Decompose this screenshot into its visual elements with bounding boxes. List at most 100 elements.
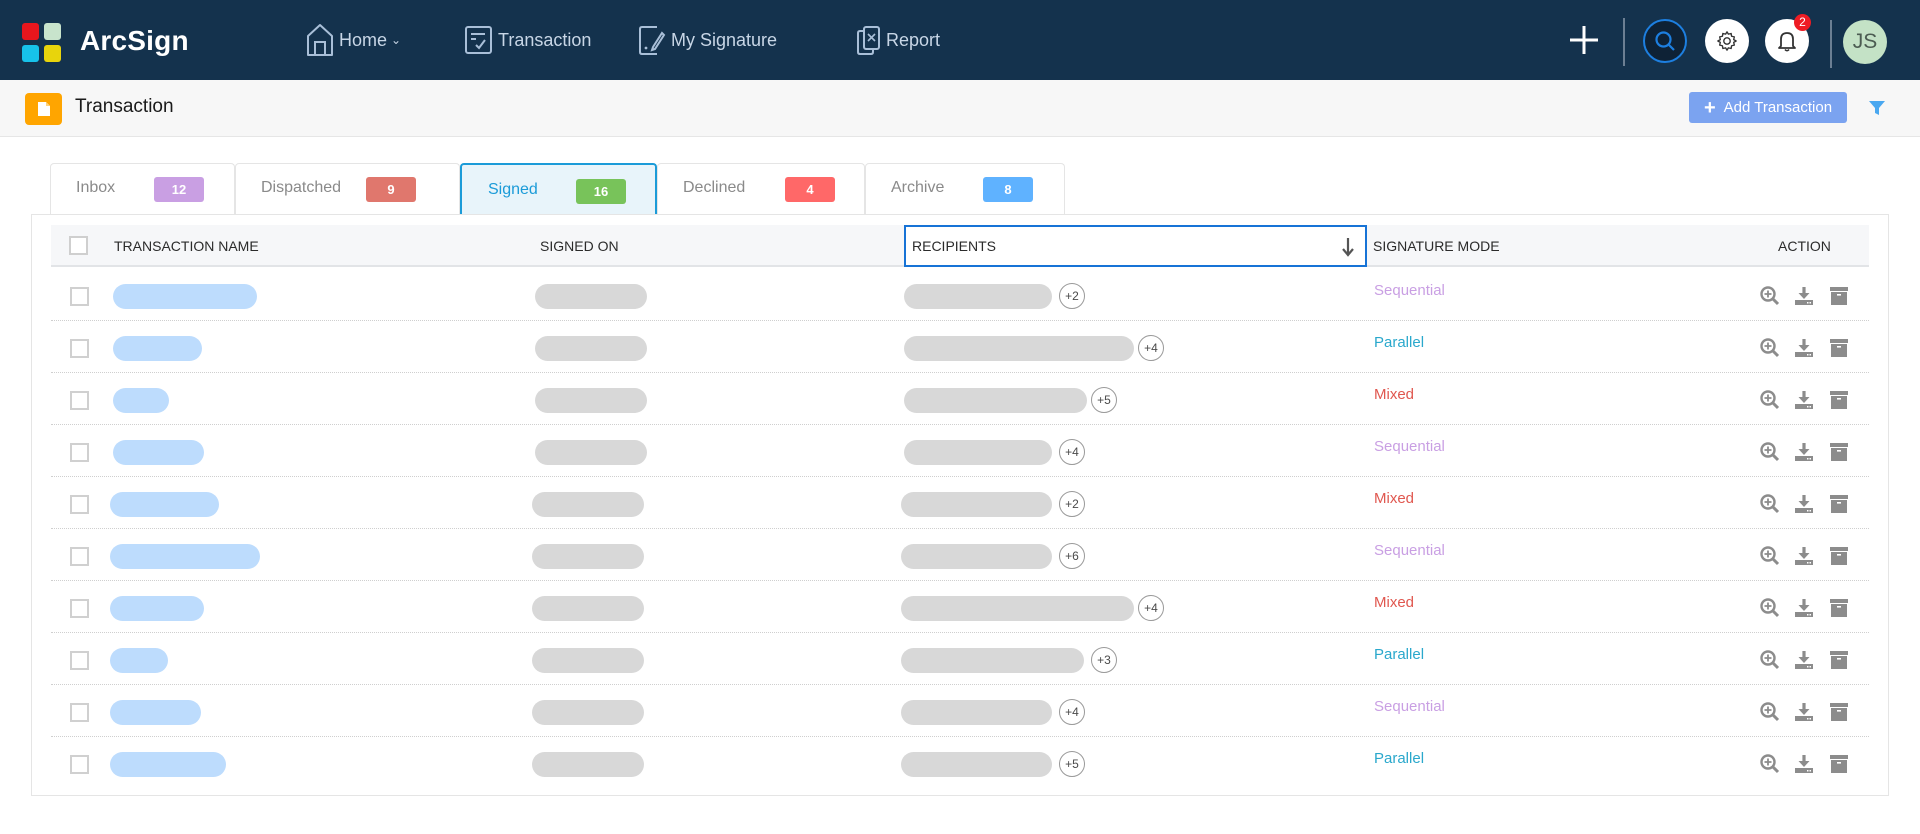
view-zoom-icon[interactable] bbox=[1759, 285, 1781, 307]
column-recipients-label: RECIPIENTS bbox=[912, 238, 997, 254]
signature-mode: Parallel bbox=[1374, 750, 1425, 767]
download-icon[interactable] bbox=[1793, 701, 1815, 723]
gear-icon bbox=[1717, 31, 1737, 51]
arcsign-logo-icon[interactable] bbox=[22, 23, 62, 63]
download-icon[interactable] bbox=[1793, 389, 1815, 411]
select-all-checkbox[interactable] bbox=[69, 236, 88, 255]
view-zoom-icon[interactable] bbox=[1759, 493, 1781, 515]
transactions-table: TRANSACTION NAME SIGNED ON RECIPIENTS SI… bbox=[31, 214, 1889, 796]
row-checkbox[interactable] bbox=[70, 599, 89, 618]
row-checkbox[interactable] bbox=[70, 287, 89, 306]
transaction-name-redacted[interactable] bbox=[113, 284, 257, 309]
download-icon[interactable] bbox=[1793, 597, 1815, 619]
archive-box-icon[interactable] bbox=[1828, 389, 1850, 411]
row-checkbox[interactable] bbox=[70, 651, 89, 670]
row-checkbox[interactable] bbox=[70, 391, 89, 410]
checklist-icon bbox=[465, 26, 492, 54]
transaction-name-redacted[interactable] bbox=[110, 492, 219, 517]
column-signed-on[interactable]: SIGNED ON bbox=[540, 238, 619, 254]
transaction-name-redacted[interactable] bbox=[110, 752, 226, 777]
table-row: +2 Mixed bbox=[51, 477, 1869, 529]
toolbar-divider bbox=[1623, 18, 1625, 66]
recipients-redacted bbox=[901, 492, 1052, 517]
download-icon[interactable] bbox=[1793, 753, 1815, 775]
view-zoom-icon[interactable] bbox=[1759, 649, 1781, 671]
download-icon[interactable] bbox=[1793, 545, 1815, 567]
signature-mode: Sequential bbox=[1374, 438, 1445, 455]
filter-icon[interactable] bbox=[1868, 99, 1886, 117]
row-checkbox[interactable] bbox=[70, 755, 89, 774]
signed-on-redacted bbox=[532, 596, 644, 621]
transaction-name-redacted[interactable] bbox=[110, 700, 201, 725]
archive-box-icon[interactable] bbox=[1828, 545, 1850, 567]
signature-mode: Sequential bbox=[1374, 282, 1445, 299]
view-zoom-icon[interactable] bbox=[1759, 753, 1781, 775]
signed-on-redacted bbox=[532, 752, 644, 777]
nav-report[interactable]: Report bbox=[856, 20, 940, 60]
view-zoom-icon[interactable] bbox=[1759, 441, 1781, 463]
more-recipients-badge[interactable]: +4 bbox=[1059, 699, 1085, 725]
archive-box-icon[interactable] bbox=[1828, 493, 1850, 515]
tab-count-badge: 9 bbox=[366, 177, 416, 202]
more-recipients-badge[interactable]: +4 bbox=[1138, 335, 1164, 361]
row-checkbox[interactable] bbox=[70, 443, 89, 462]
download-icon[interactable] bbox=[1793, 337, 1815, 359]
download-icon[interactable] bbox=[1793, 493, 1815, 515]
nav-home[interactable]: Home ⌄ bbox=[305, 20, 401, 60]
download-icon[interactable] bbox=[1793, 285, 1815, 307]
tab-dispatched[interactable]: Dispatched 9 bbox=[235, 163, 460, 215]
brand-name[interactable]: ArcSign bbox=[80, 25, 189, 57]
view-zoom-icon[interactable] bbox=[1759, 545, 1781, 567]
tab-declined[interactable]: Declined 4 bbox=[657, 163, 865, 215]
download-icon[interactable] bbox=[1793, 649, 1815, 671]
recipients-redacted bbox=[904, 336, 1134, 361]
view-zoom-icon[interactable] bbox=[1759, 597, 1781, 619]
tab-signed[interactable]: Signed 16 bbox=[460, 163, 657, 215]
archive-box-icon[interactable] bbox=[1828, 441, 1850, 463]
nav-transaction[interactable]: Transaction bbox=[464, 20, 591, 60]
more-recipients-badge[interactable]: +2 bbox=[1059, 491, 1085, 517]
archive-box-icon[interactable] bbox=[1828, 701, 1850, 723]
more-recipients-badge[interactable]: +2 bbox=[1059, 283, 1085, 309]
user-avatar[interactable]: JS bbox=[1843, 20, 1887, 64]
sort-descending-icon[interactable] bbox=[1341, 237, 1355, 257]
download-icon[interactable] bbox=[1793, 441, 1815, 463]
page-title: Transaction bbox=[75, 96, 174, 117]
transaction-name-redacted[interactable] bbox=[113, 440, 204, 465]
column-transaction-name[interactable]: TRANSACTION NAME bbox=[114, 238, 259, 254]
create-plus-icon[interactable] bbox=[1566, 20, 1602, 60]
view-zoom-icon[interactable] bbox=[1759, 337, 1781, 359]
more-recipients-badge[interactable]: +5 bbox=[1059, 751, 1085, 777]
tab-inbox[interactable]: Inbox 12 bbox=[50, 163, 235, 215]
transaction-name-redacted[interactable] bbox=[113, 388, 169, 413]
row-checkbox[interactable] bbox=[70, 547, 89, 566]
nav-my-signature[interactable]: My Signature bbox=[637, 20, 777, 60]
more-recipients-badge[interactable]: +4 bbox=[1138, 595, 1164, 621]
transaction-name-redacted[interactable] bbox=[110, 648, 168, 673]
column-recipients[interactable]: RECIPIENTS bbox=[904, 225, 1367, 267]
archive-box-icon[interactable] bbox=[1828, 597, 1850, 619]
recipients-redacted bbox=[901, 544, 1052, 569]
add-transaction-button[interactable]: + Add Transaction bbox=[1689, 92, 1847, 123]
transaction-name-redacted[interactable] bbox=[110, 544, 260, 569]
settings-button[interactable] bbox=[1705, 19, 1749, 63]
column-signature-mode[interactable]: SIGNATURE MODE bbox=[1373, 238, 1500, 254]
row-checkbox[interactable] bbox=[70, 703, 89, 722]
transaction-name-redacted[interactable] bbox=[113, 336, 202, 361]
more-recipients-badge[interactable]: +4 bbox=[1059, 439, 1085, 465]
archive-box-icon[interactable] bbox=[1828, 649, 1850, 671]
tab-archive[interactable]: Archive 8 bbox=[865, 163, 1065, 215]
view-zoom-icon[interactable] bbox=[1759, 389, 1781, 411]
more-recipients-badge[interactable]: +5 bbox=[1091, 387, 1117, 413]
more-recipients-badge[interactable]: +3 bbox=[1091, 647, 1117, 673]
archive-box-icon[interactable] bbox=[1828, 753, 1850, 775]
transaction-name-redacted[interactable] bbox=[110, 596, 204, 621]
view-zoom-icon[interactable] bbox=[1759, 701, 1781, 723]
more-recipients-badge[interactable]: +6 bbox=[1059, 543, 1085, 569]
nav-my-signature-label: My Signature bbox=[671, 29, 778, 50]
archive-box-icon[interactable] bbox=[1828, 337, 1850, 359]
row-checkbox[interactable] bbox=[70, 495, 89, 514]
search-button[interactable] bbox=[1643, 19, 1687, 63]
row-checkbox[interactable] bbox=[70, 339, 89, 358]
archive-box-icon[interactable] bbox=[1828, 285, 1850, 307]
